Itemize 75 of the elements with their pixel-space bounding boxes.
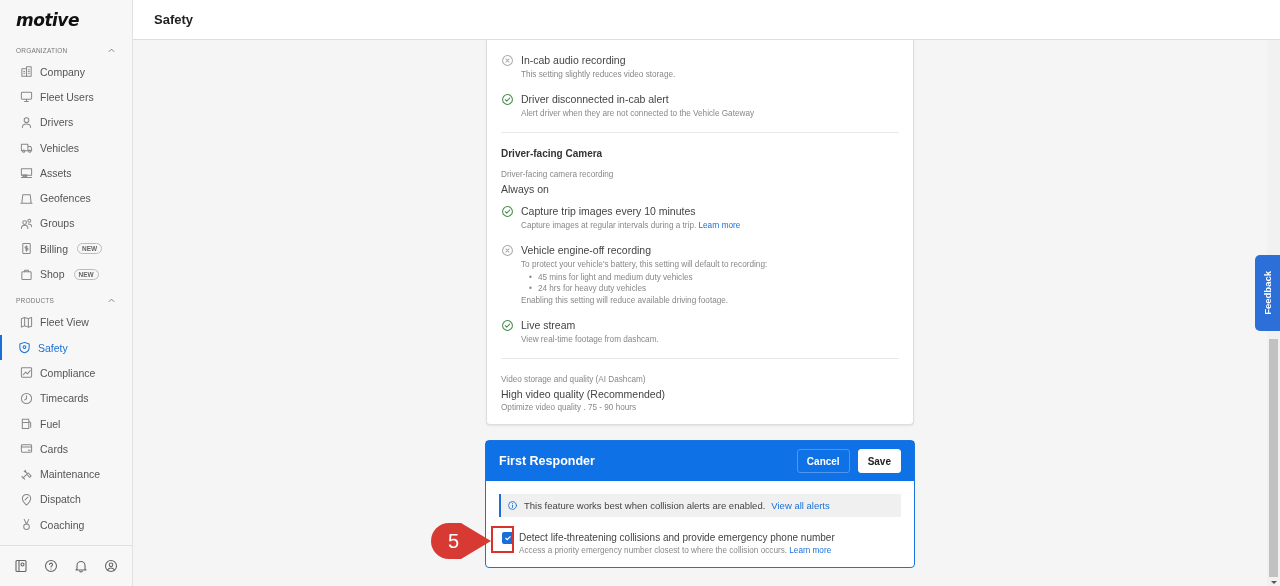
sidebar-item[interactable]: Cards — [0, 436, 132, 462]
help-icon — [44, 559, 58, 573]
highlight-frame — [491, 526, 514, 553]
setting-label: Live stream — [521, 319, 577, 332]
bag-icon — [20, 267, 33, 281]
fuel-icon — [20, 417, 33, 430]
sidebar-item[interactable]: Geofences — [0, 185, 132, 211]
sidebar-item[interactable]: Timecards — [0, 385, 132, 411]
people-icon — [20, 216, 33, 230]
sidebar-item[interactable]: Coaching — [0, 512, 132, 538]
learn-more-link[interactable]: Learn more — [698, 221, 741, 230]
building-icon — [20, 65, 33, 79]
sidebar-item[interactable]: Safety — [0, 334, 132, 361]
fence-icon — [20, 191, 33, 205]
sidebar-item[interactable]: Fleet Users — [0, 84, 132, 110]
setting-description: To protect your vehicle's battery, this setting will default to recording: — [521, 259, 768, 271]
bullet-marker: • — [529, 272, 532, 283]
setting-label: In-cab audio recording — [521, 54, 627, 67]
setting-label: Capture trip images every 10 minutes — [521, 205, 697, 218]
setting-description: View real-time footage from dashcam. — [521, 334, 659, 346]
field-label: Video storage and quality (AI Dashcam) — [501, 374, 647, 386]
sidebar-item[interactable]: Company — [0, 59, 132, 85]
bullet-text: 45 mins for light and medium duty vehicles — [537, 272, 693, 283]
info-text: This feature works best when collision alerts are enabled. — [524, 500, 766, 511]
sidebar-item[interactable]: Fleet View — [0, 309, 132, 335]
view-alerts-link[interactable]: View all alerts — [771, 500, 830, 511]
setting-label: Vehicle engine-off recording — [521, 244, 652, 257]
person-icon — [20, 115, 33, 129]
section-heading: Driver-facing Camera — [501, 148, 604, 159]
field-note: Optimize video quality . 75 - 90 hours — [501, 402, 638, 414]
clock-icon — [20, 391, 33, 405]
pin-icon — [20, 492, 33, 506]
sidebar-item[interactable]: Maintenance — [0, 461, 132, 487]
page-title: Safety — [154, 12, 194, 27]
save-button[interactable]: Save — [857, 449, 901, 473]
option-label: Detect life-threatening collisions and provide emergency phone number — [519, 531, 835, 544]
sidebar-item[interactable]: Assets — [0, 160, 132, 186]
sidebar-item[interactable]: Fuel — [0, 410, 132, 437]
check-icon — [504, 534, 512, 542]
learn-more-link[interactable]: Learn more — [789, 546, 832, 555]
map-icon — [20, 315, 33, 329]
field-value: High video quality (Recommended) — [501, 387, 666, 402]
bullet-marker: • — [529, 283, 532, 294]
sidebar-item[interactable]: Dispatch — [0, 486, 132, 513]
setting-label: Driver disconnected in-cab alert — [521, 93, 670, 106]
bullet-text: 24 hrs for heavy duty vehicles — [537, 283, 647, 294]
option-description: Access a priority emergency number closest to where the collision occurs. Learn more — [519, 545, 833, 557]
card-title: First Responder — [499, 454, 596, 468]
setting-description: Alert driver when they are not connected to the Vehicle Gateway — [521, 108, 755, 120]
book-icon — [14, 559, 28, 573]
bell-icon — [74, 559, 88, 573]
field-value: Always on — [501, 182, 550, 197]
info-icon — [507, 500, 518, 511]
sidebar-item[interactable]: Vehicles — [0, 134, 132, 161]
shield-icon — [18, 341, 31, 355]
step-marker: 5 — [431, 523, 491, 559]
cancel-button[interactable]: Cancel — [796, 449, 850, 473]
monitor-icon — [20, 90, 33, 104]
medal-icon — [20, 518, 33, 532]
setting-note: Enabling this setting will reduce available driving footage. — [521, 295, 730, 307]
sidebar-item[interactable]: Compliance — [0, 360, 132, 386]
logo: motive — [16, 10, 79, 30]
user-icon — [104, 559, 118, 573]
truck-icon — [20, 141, 33, 155]
scroll-down-icon[interactable] — [1270, 581, 1277, 584]
setting-description: This setting slightly reduces video storage. — [521, 69, 676, 81]
feedback-tab[interactable]: Feedback — [1255, 255, 1280, 331]
receipt-icon — [20, 242, 33, 256]
chart-icon — [20, 366, 33, 380]
setting-description: Capture images at regular intervals during a trip. Learn more — [521, 220, 741, 232]
sidebar-item[interactable]: Drivers — [0, 109, 132, 135]
sidebar-item[interactable]: Groups — [0, 210, 132, 237]
card-icon — [20, 442, 33, 456]
scrollbar-thumb[interactable] — [1269, 339, 1278, 577]
field-label: Driver-facing camera recording — [501, 169, 615, 181]
